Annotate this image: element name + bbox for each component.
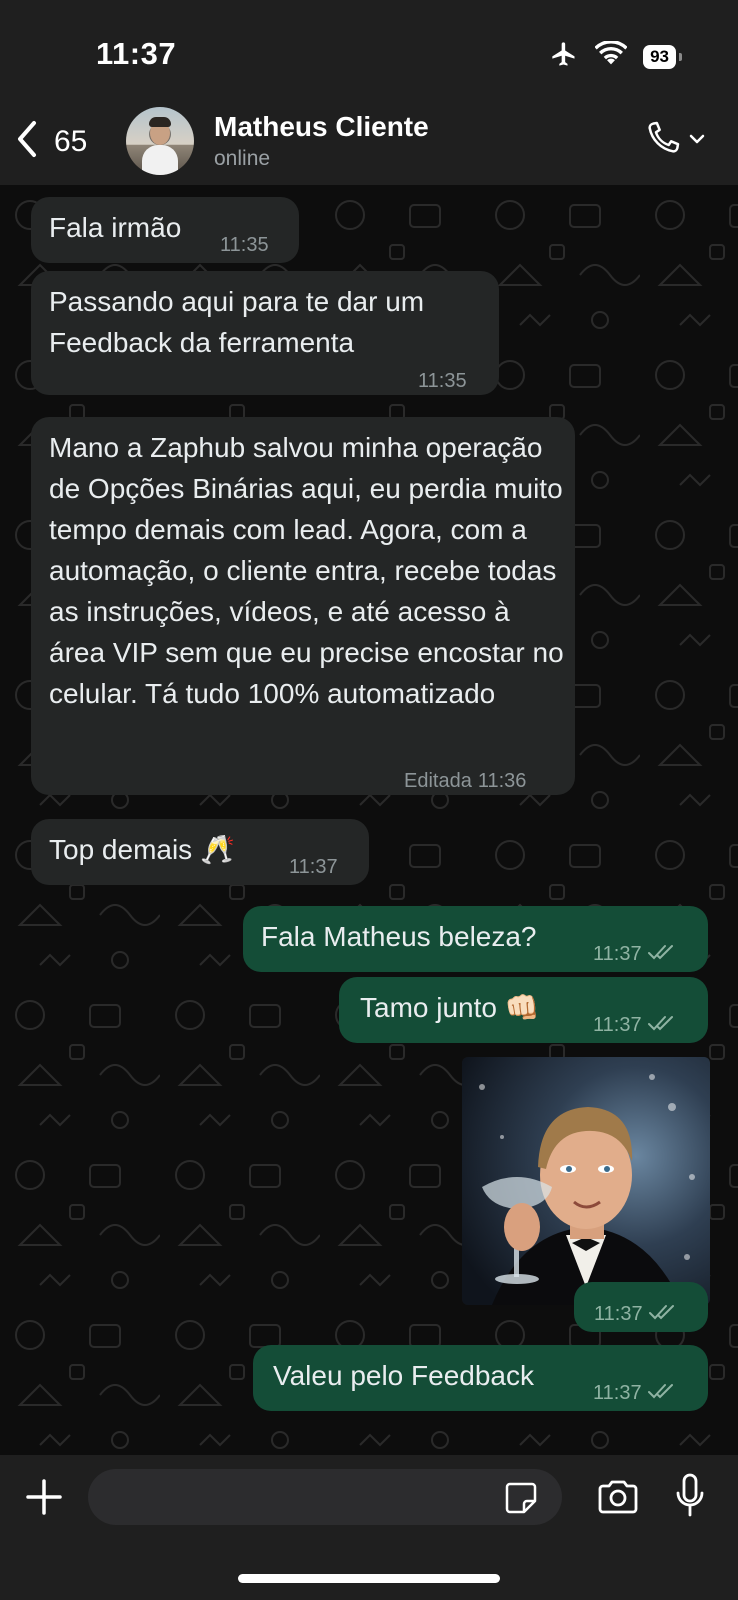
message-outgoing[interactable]: Valeu pelo Feedback 11:37 <box>253 1345 708 1411</box>
battery-icon: 93 <box>643 44 682 69</box>
message-outgoing[interactable]: 11:37 <box>574 1282 708 1332</box>
wifi-icon <box>594 40 628 72</box>
message-incoming[interactable]: Passando aqui para te dar um Feedback da… <box>31 271 499 395</box>
photo <box>462 1057 710 1305</box>
message-image[interactable] <box>462 1057 710 1305</box>
message-incoming[interactable]: Top demais 🥂 11:37 <box>31 819 369 885</box>
sticker-icon[interactable] <box>504 1481 538 1520</box>
double-check-icon <box>647 1005 676 1046</box>
message-time: 11:37 <box>594 1294 677 1335</box>
message-incoming[interactable]: Fala irmão 11:35 <box>31 197 299 263</box>
message-text: Fala Matheus beleza? <box>261 921 537 952</box>
home-indicator <box>238 1574 500 1583</box>
message-outgoing[interactable]: Fala Matheus beleza? 11:37 <box>243 906 708 972</box>
contact-name[interactable]: Matheus Cliente <box>214 111 429 143</box>
phone-icon <box>642 119 682 164</box>
camera-icon[interactable] <box>596 1479 640 1520</box>
chevron-down-icon <box>688 132 706 151</box>
airplane-icon <box>549 40 579 73</box>
double-check-icon <box>648 1294 677 1335</box>
unread-count: 65 <box>54 124 88 158</box>
message-outgoing[interactable]: Tamo junto 👊🏻 11:37 <box>339 977 708 1043</box>
call-button[interactable] <box>642 119 706 164</box>
message-text: Passando aqui para te dar um Feedback da… <box>49 286 425 358</box>
message-incoming[interactable]: Mano a Zaphub salvou minha operação de O… <box>31 417 575 795</box>
message-text: Mano a Zaphub salvou minha operação de O… <box>49 432 564 709</box>
contact-status: online <box>214 147 271 170</box>
message-time: 11:37 <box>289 856 338 878</box>
chat-header: 65 Matheus Cliente online <box>0 105 738 185</box>
double-check-icon <box>647 1373 676 1414</box>
avatar[interactable] <box>126 107 194 175</box>
status-icons: 93 <box>549 40 682 73</box>
status-time: 11:37 <box>96 36 177 71</box>
message-input[interactable] <box>88 1469 562 1525</box>
edited-label: Editada <box>404 770 472 792</box>
microphone-icon[interactable] <box>674 1473 706 1524</box>
message-time: 11:35 <box>220 234 269 256</box>
message-text: Tamo junto 👊🏻 <box>360 992 540 1023</box>
message-text: Valeu pelo Feedback <box>273 1360 534 1391</box>
message-text: Top demais 🥂 <box>49 834 235 865</box>
double-check-icon <box>647 934 676 975</box>
chevron-left-icon <box>14 119 40 164</box>
message-time: 11:37 <box>593 1005 676 1046</box>
plus-icon[interactable] <box>24 1477 64 1522</box>
message-time: 11:37 <box>593 934 676 975</box>
status-bar: 11:37 93 <box>0 0 738 105</box>
message-time: Editada 11:36 <box>404 761 526 802</box>
message-time: 11:35 <box>418 370 467 392</box>
back-button[interactable]: 65 <box>14 119 87 164</box>
chat-area[interactable]: Fala irmão 11:35 Passando aqui para te d… <box>0 185 738 1455</box>
input-bar <box>0 1455 738 1600</box>
message-text: Fala irmão <box>49 212 182 243</box>
message-time: 11:37 <box>593 1373 676 1414</box>
